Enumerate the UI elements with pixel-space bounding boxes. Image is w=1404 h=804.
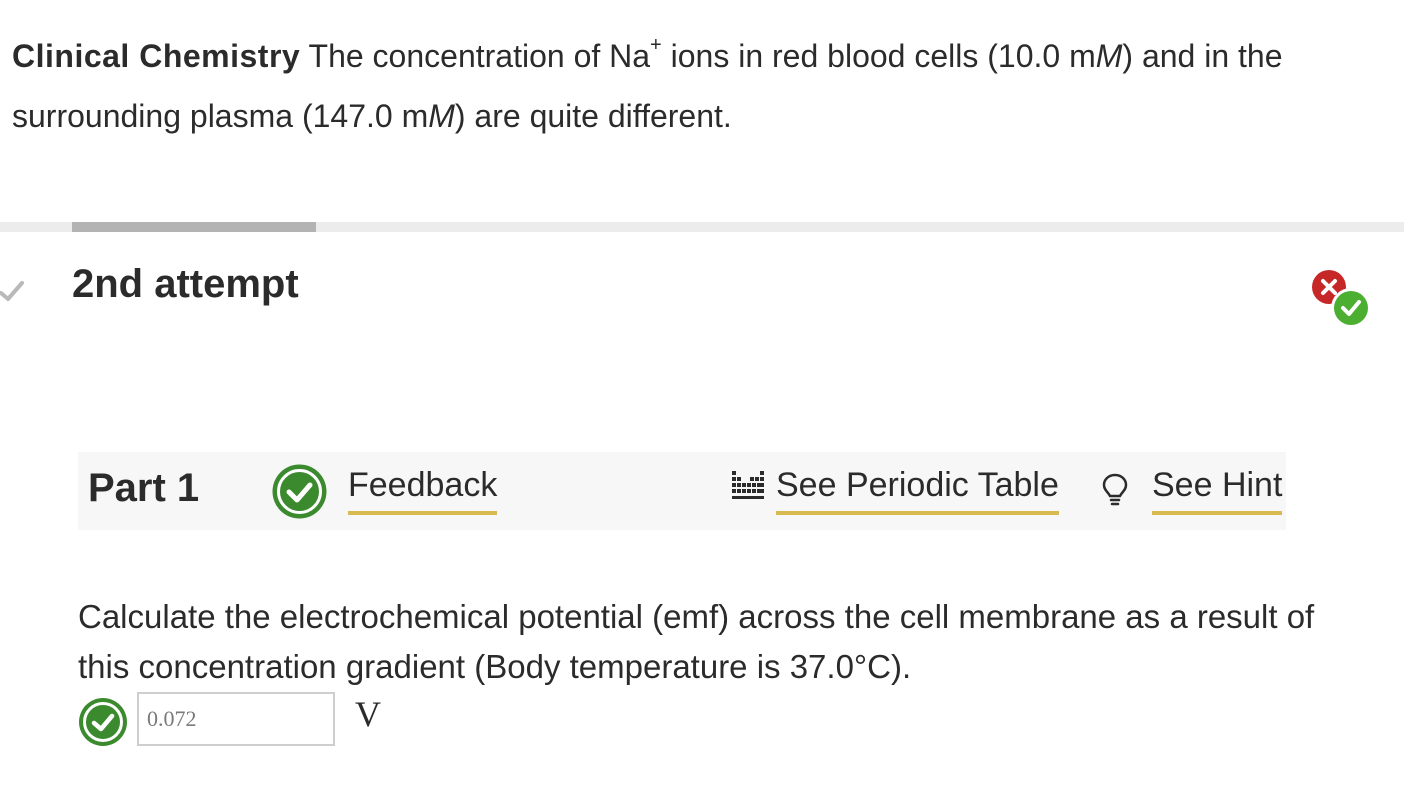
question-text: Calculate the electrochemical potential … [78, 598, 1315, 685]
part-label: Part 1 [88, 466, 200, 510]
checkmark-icon [0, 281, 24, 301]
attempt-title: 2nd attempt [72, 262, 299, 306]
attempt-progress-fill [72, 222, 317, 232]
periodic-table-icon[interactable] [731, 469, 765, 501]
question-page: Clinical Chemistry The concentration of … [0, 0, 1404, 804]
part-header: Part 1 Feedback See Periodic Table See H… [78, 452, 1286, 530]
see-hint-link[interactable]: See Hint [1152, 466, 1283, 515]
incorrect-correct-status-icon[interactable] [1310, 268, 1374, 332]
feedback-link[interactable]: Feedback [348, 466, 498, 515]
intro-text-1: The concentration of Na [300, 38, 651, 74]
molarity-symbol: M [428, 98, 455, 134]
attempt-progress-track [0, 222, 1404, 232]
lightbulb-icon[interactable] [1100, 472, 1130, 508]
problem-intro: Clinical Chemistry The concentration of … [12, 26, 1382, 146]
correct-check-icon [272, 464, 327, 519]
correct-check-icon [79, 698, 127, 746]
intro-text-2: ions in red blood cells (10.0 m [661, 38, 1096, 74]
intro-text-4: ) are quite different. [454, 98, 732, 134]
problem-category: Clinical Chemistry [12, 38, 301, 74]
answer-unit: V [355, 694, 381, 734]
answer-input[interactable] [137, 692, 335, 746]
see-periodic-table-link[interactable]: See Periodic Table [776, 466, 1059, 515]
molarity-symbol: M [1095, 38, 1123, 74]
ion-charge: + [650, 34, 662, 57]
